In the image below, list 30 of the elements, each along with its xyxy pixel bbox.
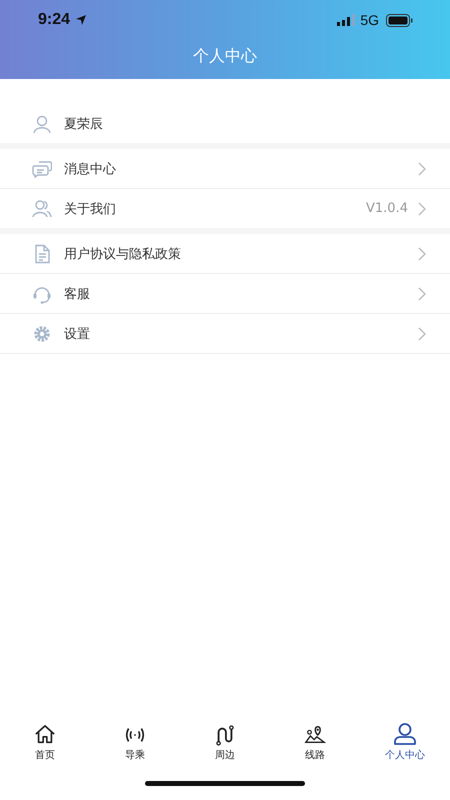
clock-time: 9:24 [38, 11, 70, 29]
location-arrow-icon [75, 14, 88, 26]
menu-item[interactable]: 客服 [0, 274, 450, 314]
person-icon [392, 722, 418, 746]
menu-item[interactable]: 消息中心 [0, 149, 450, 189]
version-text: V1.0.4 [366, 201, 408, 216]
chevron-right-icon [418, 162, 426, 176]
menu-item[interactable]: 关于我们 V1.0.4 [0, 189, 450, 228]
user-name: 夏荣辰 [64, 116, 103, 132]
battery-icon [386, 14, 413, 26]
tab-item[interactable]: 个人中心 [360, 716, 450, 762]
menu-item[interactable]: 设置 [0, 314, 450, 354]
gear-icon [32, 324, 52, 344]
page-title: 个人中心 [193, 45, 257, 67]
tab-item[interactable]: 周边 [180, 716, 270, 762]
chevron-right-icon [418, 326, 426, 340]
tab-item[interactable]: 线路 [270, 716, 360, 762]
signal-icon [337, 14, 356, 26]
chevron-right-icon [418, 286, 426, 300]
menu-item[interactable]: 用户协议与隐私政策 [0, 234, 450, 274]
tab-item[interactable]: 首页 [0, 716, 90, 762]
chat-bubbles-icon [32, 158, 52, 178]
map-pin-icon [303, 724, 327, 746]
chevron-right-icon [418, 246, 426, 260]
people-icon [32, 198, 52, 218]
person-icon [32, 114, 52, 134]
chevron-right-icon [418, 202, 426, 216]
home-icon [33, 724, 57, 746]
network-label: 5G [360, 12, 379, 28]
tab-item[interactable]: 导乘 [90, 716, 180, 762]
